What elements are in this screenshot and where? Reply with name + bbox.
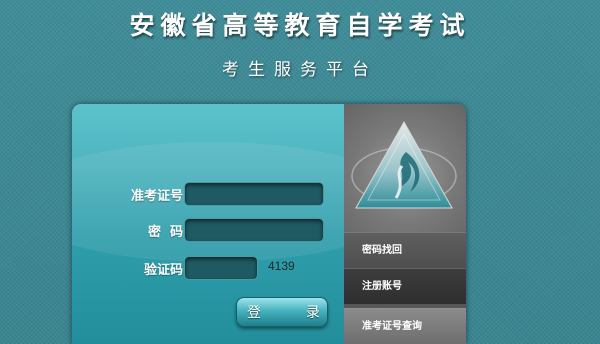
sidebar-item-register[interactable]: 注册账号 <box>344 268 466 304</box>
login-form: 准考证号： 密 码： 验证码： 4139 登 录 <box>72 104 412 344</box>
sidebar-item-password-recovery[interactable]: 密码找回 <box>344 232 466 268</box>
captcha-code[interactable]: 4139 <box>268 259 295 273</box>
page-subtitle: 考生服务平台 <box>222 60 378 80</box>
ticket-row: 准考证号： <box>72 182 344 206</box>
provincial-exam-logo-icon <box>351 120 457 209</box>
captcha-input[interactable] <box>184 256 258 280</box>
ticket-number-input[interactable] <box>184 182 324 206</box>
login-button[interactable]: 登 录 <box>236 297 328 327</box>
login-panel: 准考证号： 密 码： 验证码： 4139 登 录 密码找回 注册账号 准考证号查… <box>72 104 466 344</box>
captcha-row: 验证码： 4139 <box>72 256 344 280</box>
logo-area <box>344 104 466 232</box>
password-input[interactable] <box>184 218 324 242</box>
page-title: 安徽省高等教育自学考试 <box>129 11 471 40</box>
sidebar: 密码找回 注册账号 准考证号查询 <box>344 104 466 344</box>
password-row: 密 码： <box>72 218 344 242</box>
sidebar-item-ticket-lookup[interactable]: 准考证号查询 <box>344 308 466 344</box>
